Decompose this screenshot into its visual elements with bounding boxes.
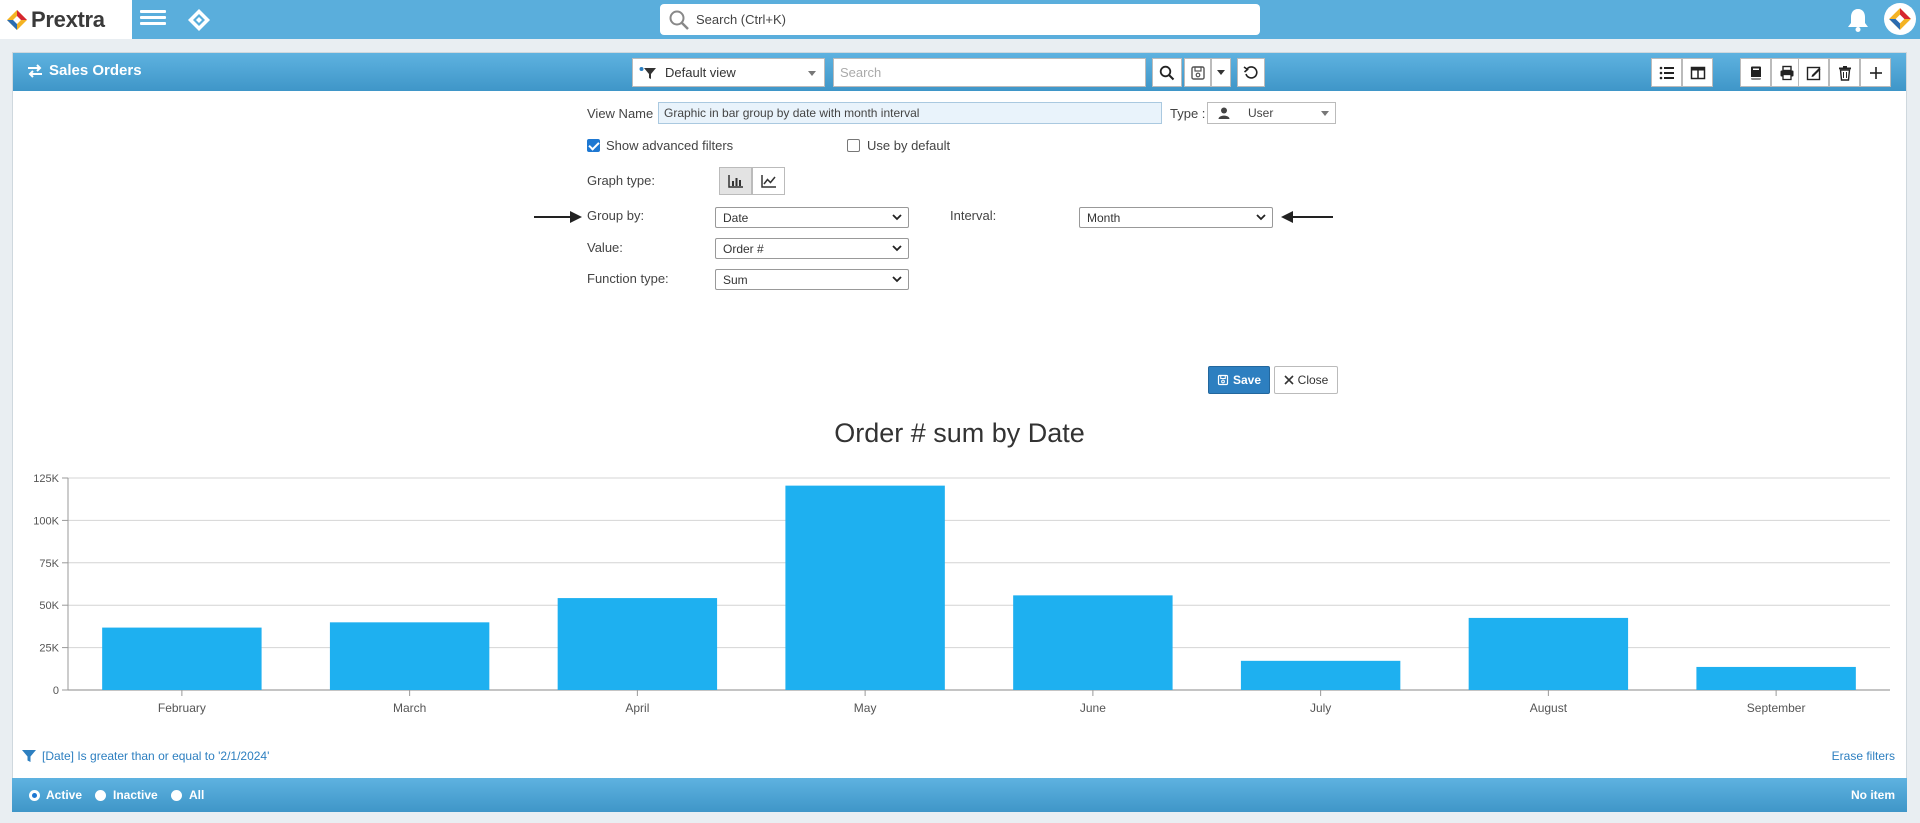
caret-down-icon [1321, 111, 1329, 116]
view-name-input[interactable]: Graphic in bar group by date with month … [658, 102, 1162, 124]
save-view-dropdown[interactable] [1211, 58, 1231, 87]
group-by-value: Date [723, 210, 749, 225]
global-search-placeholder: Search (Ctrl+K) [696, 12, 786, 27]
line-chart-icon [760, 175, 776, 188]
all-radio[interactable] [171, 790, 182, 801]
filter-bar: [Date] Is greater than or equal to '2/1/… [12, 737, 1907, 775]
show-advanced-filters-label: Show advanced filters [606, 138, 734, 153]
interval-label: Interval: [950, 208, 997, 223]
chevron-down-icon [892, 276, 902, 283]
menu-icon[interactable] [140, 7, 166, 31]
save-view-button[interactable] [1184, 58, 1211, 87]
view-name-label: View Name : [587, 106, 661, 121]
book-icon [1750, 66, 1761, 79]
chart-title: Order # sum by Date [834, 418, 1085, 448]
user-avatar[interactable] [1884, 3, 1916, 35]
erase-filters-link[interactable]: Erase filters [1832, 749, 1895, 763]
save-button[interactable]: Save [1208, 366, 1270, 394]
line-chart-type-button[interactable] [752, 167, 785, 195]
active-radio[interactable] [29, 790, 40, 801]
user-icon [1218, 107, 1230, 119]
panel-title-text: Sales Orders [49, 62, 142, 79]
use-by-default-label: Use by default [867, 138, 951, 153]
type-select-value: User [1248, 106, 1274, 120]
arrow-head-right-icon [570, 211, 582, 223]
caret-down-icon [808, 71, 816, 76]
pointer-arrow-right [1289, 216, 1333, 218]
search-button[interactable] [1152, 58, 1182, 87]
function-type-value: Sum [723, 272, 748, 287]
list-view-button[interactable] [1651, 58, 1682, 87]
search-icon [1159, 65, 1175, 80]
app-logo[interactable]: Prextra [0, 0, 132, 39]
swap-arrows-icon [28, 63, 42, 78]
inactive-radio[interactable] [95, 790, 106, 801]
chevron-down-icon [892, 214, 902, 221]
avatar-logo-icon [1889, 8, 1911, 30]
panel-header: Sales Orders Default view Search [13, 53, 1906, 91]
view-select[interactable]: Default view [632, 58, 825, 87]
item-count: No item [1850, 788, 1895, 802]
graph-type-label: Graph type: [587, 173, 655, 188]
all-radio-label: All [189, 788, 205, 802]
group-by-label: Group by: [587, 208, 645, 223]
interval-select[interactable]: Month [1079, 207, 1273, 228]
floppy-icon [1190, 65, 1205, 80]
split-view-button[interactable] [1682, 58, 1713, 87]
use-by-default-checkbox[interactable] [847, 139, 860, 152]
prextra-logo-icon [7, 9, 27, 30]
save-button-label: Save [1232, 373, 1262, 387]
delete-button[interactable] [1829, 58, 1860, 87]
sales-orders-panel: Sales Orders Default view Search View Na… [12, 52, 1907, 812]
close-button[interactable]: Close [1274, 366, 1338, 394]
close-icon [1284, 375, 1294, 385]
plus-icon [1869, 66, 1882, 79]
status-footer: Active Inactive All No item [12, 778, 1907, 812]
floppy-icon [1217, 374, 1229, 386]
print-icon [1780, 65, 1793, 80]
edit-icon [1806, 66, 1820, 80]
trash-icon [1838, 65, 1851, 81]
inactive-radio-label: Inactive [113, 788, 158, 802]
list-icon [1659, 66, 1674, 79]
value-select[interactable]: Order # [715, 238, 909, 259]
active-radio-label: Active [46, 788, 83, 802]
value-label: Value: [587, 240, 623, 255]
active-filter-text[interactable]: [Date] Is greater than or equal to '2/1/… [42, 749, 269, 763]
chevron-down-icon [892, 245, 902, 252]
reset-view-button[interactable] [1237, 58, 1265, 87]
function-type-label: Function type: [587, 271, 669, 286]
search-icon [669, 10, 689, 30]
interval-value: Month [1087, 210, 1121, 225]
app-switcher-icon[interactable] [186, 7, 212, 33]
notification-bell-icon[interactable] [1846, 7, 1870, 33]
panel-title: Sales Orders [27, 62, 142, 79]
columns-icon [1690, 66, 1705, 79]
close-button-label: Close [1297, 373, 1329, 387]
type-select[interactable]: User [1207, 102, 1336, 124]
top-bar: Prextra Search (Ctrl+K) [0, 0, 1920, 39]
chevron-down-icon [1256, 214, 1266, 221]
caret-down-icon [1217, 70, 1225, 75]
value-select-value: Order # [723, 241, 764, 256]
group-by-select[interactable]: Date [715, 207, 909, 228]
book-button[interactable] [1740, 58, 1771, 87]
function-type-select[interactable]: Sum [715, 269, 909, 290]
bar-chart-icon [727, 175, 743, 188]
show-advanced-filters-checkbox[interactable] [587, 139, 600, 152]
logo-text: Prextra [31, 6, 105, 32]
type-label: Type : [1170, 106, 1206, 121]
panel-search-input[interactable]: Search [833, 58, 1146, 87]
undo-icon [1243, 65, 1258, 79]
bar-chart-type-button[interactable] [719, 167, 752, 195]
edit-button[interactable] [1798, 58, 1829, 87]
filter-view-icon [639, 66, 656, 79]
view-select-value: Default view [665, 65, 736, 80]
add-button[interactable] [1860, 58, 1891, 87]
global-search-input[interactable]: Search (Ctrl+K) [660, 4, 1260, 35]
filter-icon [22, 750, 36, 762]
